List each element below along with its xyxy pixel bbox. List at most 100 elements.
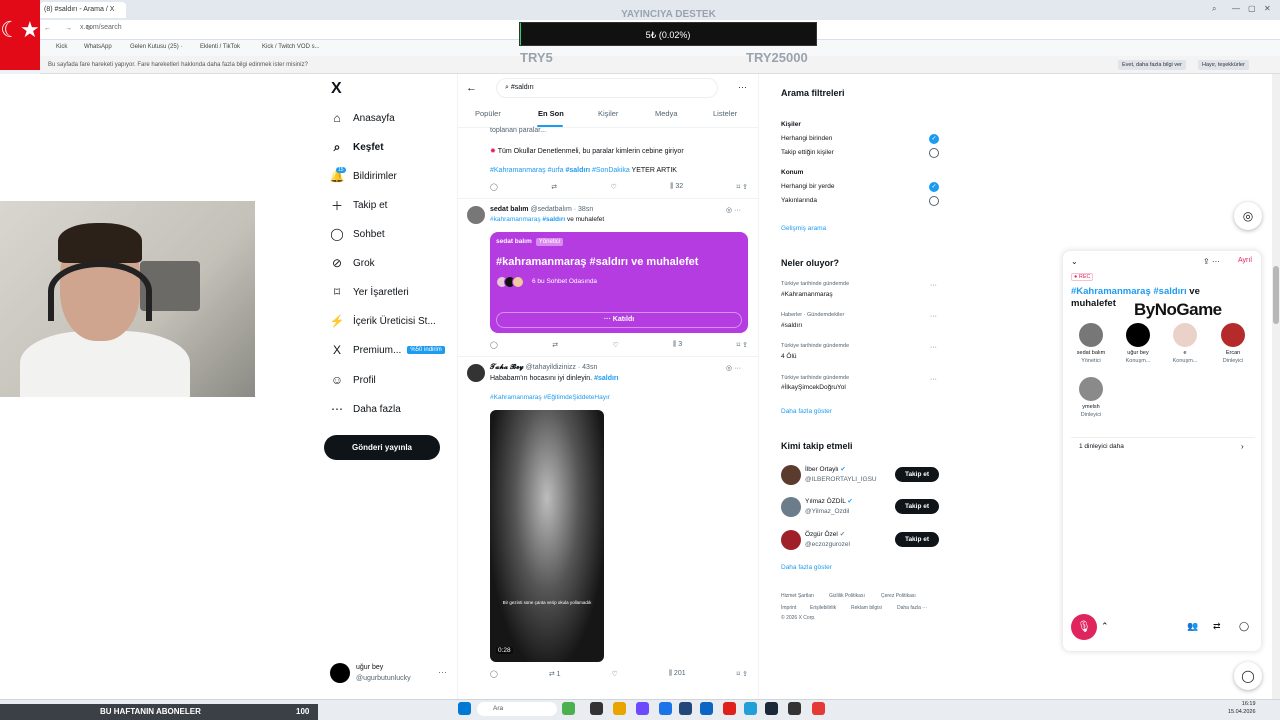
account-name[interactable]: uğur bey <box>356 664 383 671</box>
participant-avatar[interactable] <box>1173 323 1197 347</box>
nav-premium[interactable]: X Premium... %50 indirim <box>330 340 445 360</box>
search-input[interactable]: ⌕ #saldırı <box>496 78 718 98</box>
retweet-icon[interactable]: ⇄ <box>552 341 558 349</box>
messages-float-icon[interactable]: ◯ <box>1234 662 1262 690</box>
footer-link[interactable]: Reklam bilgisi <box>851 605 882 611</box>
more-listeners[interactable]: 1 dinleyici daha <box>1079 443 1124 450</box>
app-icon[interactable] <box>562 702 575 715</box>
avatar[interactable] <box>467 206 485 224</box>
more-icon[interactable]: ··· <box>930 313 937 320</box>
retweet-icon[interactable]: ⇄ <box>551 183 557 191</box>
footer-link[interactable]: Gizlilik Politikası <box>829 593 865 599</box>
bookmark-icon[interactable]: ⌑ ⇪ <box>737 183 748 191</box>
close-icon[interactable]: ✕ <box>1264 4 1271 13</box>
bookmark-item[interactable]: WhatsApp <box>84 44 112 50</box>
app-icon[interactable] <box>812 702 825 715</box>
info-no-button[interactable]: Hayır, teşekkürler <box>1198 60 1249 70</box>
bookmark-item[interactable]: Eklenti / TikTok <box>200 44 240 50</box>
app-icon[interactable] <box>700 702 713 715</box>
nav-bookmarks[interactable]: ⌑ Yer İşaretleri <box>330 282 409 302</box>
nav-chat[interactable]: ◯ Sohbet <box>330 224 384 244</box>
more-icon[interactable]: ··· <box>738 82 747 92</box>
follow-button[interactable]: Takip et <box>895 467 939 482</box>
footer-link[interactable]: Hizmet Şartları <box>781 593 814 599</box>
telegram-icon[interactable] <box>744 702 757 715</box>
profile-icon[interactable]: ⌕ <box>1212 4 1216 14</box>
scrollbar[interactable] <box>1272 74 1280 700</box>
grok-float-icon[interactable]: ◎ <box>1234 202 1262 230</box>
nav-grok[interactable]: ⊘ Grok <box>330 253 375 273</box>
info-yes-button[interactable]: Evet, daha fazla bilgi ver <box>1118 60 1186 70</box>
file-explorer-icon[interactable] <box>613 702 626 715</box>
bookmark-item[interactable]: Kick / Twitch VOD s... <box>262 44 320 50</box>
app-icon[interactable] <box>679 702 692 715</box>
hashtag[interactable]: #saldırı <box>542 216 565 223</box>
participant-avatar[interactable] <box>1079 377 1103 401</box>
share-icon[interactable]: ⇪ ··· <box>1203 257 1220 266</box>
space-card[interactable]: sedat balım Yönetici #kahramanmaraş #sald… <box>490 232 748 333</box>
post-button[interactable]: Gönderi yayınla <box>324 435 440 460</box>
leave-space-button[interactable]: Ayrıl <box>1238 257 1252 264</box>
taskbar-search[interactable]: Ara <box>477 702 557 716</box>
nav-profile[interactable]: ☺ Profil <box>330 370 376 390</box>
participant-avatar[interactable] <box>1079 323 1103 347</box>
more-icon[interactable]: ··· <box>930 376 937 383</box>
avatar[interactable] <box>330 663 350 683</box>
trend-name[interactable]: #saldırı <box>781 322 802 329</box>
views-count[interactable]: ⫼ 3 <box>673 341 682 349</box>
hashtag[interactable]: #kahramanmaraş <box>490 216 541 223</box>
grok-icon[interactable]: ◎ ··· <box>726 364 741 372</box>
chevron-right-icon[interactable]: › <box>1241 442 1244 451</box>
account-more-icon[interactable]: ··· <box>438 667 447 677</box>
space-icon[interactable]: ◎ ··· <box>726 206 741 214</box>
radio-checked[interactable]: ✓ <box>929 134 939 144</box>
scrollbar-thumb[interactable] <box>1273 266 1279 324</box>
advanced-search-link[interactable]: Gelişmiş arama <box>781 225 826 232</box>
people-icon[interactable]: 👥 <box>1187 621 1198 632</box>
tab-popular[interactable]: Popüler <box>475 109 501 118</box>
bookmark-icon[interactable]: ⌑ ⇪ <box>737 670 748 678</box>
nav-explore[interactable]: ⌕ Keşfet <box>330 137 384 157</box>
tab-people[interactable]: Kişiler <box>598 109 618 118</box>
like-icon[interactable]: ♡ <box>611 183 617 191</box>
nav-more[interactable]: ⋯ Daha fazla <box>330 399 401 419</box>
footer-link[interactable]: İmprint <box>781 605 796 611</box>
trend-name[interactable]: 4 Ölü <box>781 353 797 360</box>
bookmark-item[interactable]: Kick <box>56 44 67 50</box>
nav-creator-studio[interactable]: ⚡ İçerik Üreticisi St... <box>330 311 436 331</box>
follow-button[interactable]: Takip et <box>895 499 939 514</box>
hashtag[interactable]: #Kahramanmaraş #EğitimdeŞiddeteHayır <box>490 394 610 401</box>
views-count[interactable]: ⫼ 201 <box>669 670 686 678</box>
trend-name[interactable]: #İlkayŞimcekDoğruYol <box>781 384 846 391</box>
clock[interactable]: 16:19 15.04.2026 <box>1228 700 1256 716</box>
obs-icon[interactable] <box>788 702 801 715</box>
tab-latest[interactable]: En Son <box>538 109 564 118</box>
collapse-icon[interactable]: ⌄ <box>1071 257 1078 266</box>
mic-muted-icon[interactable]: 🎙 <box>1071 614 1097 640</box>
radio-unchecked[interactable] <box>929 196 939 206</box>
minimize-icon[interactable]: — <box>1232 4 1240 13</box>
hashtag[interactable]: #saldırı <box>594 375 619 382</box>
nav-home[interactable]: ⌂ Anasayfa <box>330 108 394 128</box>
suggested-user-name[interactable]: İlber Ortaylı ✔ <box>805 465 846 473</box>
reply-icon[interactable]: ◯ <box>490 183 498 191</box>
avatar[interactable] <box>781 497 801 517</box>
footer-link[interactable]: Daha fazla ··· <box>897 605 927 611</box>
like-icon[interactable]: ♡ <box>612 341 618 349</box>
radio-unchecked[interactable] <box>929 148 939 158</box>
participant-avatar[interactable] <box>1221 323 1245 347</box>
reply-icon[interactable]: ◯ <box>490 341 498 349</box>
avatar[interactable] <box>781 465 801 485</box>
trends-more-link[interactable]: Daha fazla göster <box>781 408 832 415</box>
chevron-up-icon[interactable]: ⌃ <box>1101 621 1109 632</box>
space-join-button[interactable]: ··· Katıldı <box>496 312 742 328</box>
avatar[interactable] <box>781 530 801 550</box>
hashtag[interactable]: #SonDakika <box>592 167 630 174</box>
opera-icon[interactable] <box>723 702 736 715</box>
radio-checked[interactable]: ✓ <box>929 182 939 192</box>
hashtag[interactable]: #Kahramanmaraş #urfa <box>490 167 564 174</box>
app-icon[interactable] <box>590 702 603 715</box>
hashtag[interactable]: #saldırı <box>566 167 591 174</box>
more-icon[interactable]: ··· <box>930 344 937 351</box>
tab-lists[interactable]: Listeler <box>713 109 737 118</box>
